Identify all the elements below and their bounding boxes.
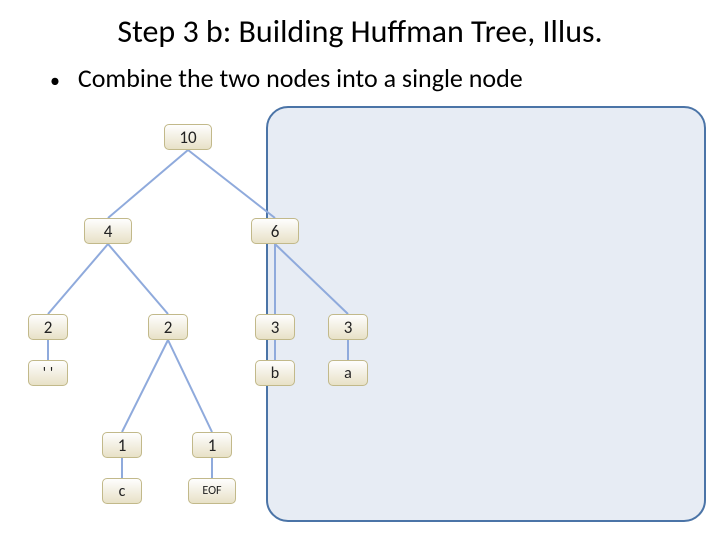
bullet-text: Combine the two nodes into a single node: [78, 62, 523, 94]
leaf-a: a: [328, 360, 368, 386]
leaf-space: ' ': [28, 360, 68, 386]
node-3l: 3: [255, 314, 295, 340]
leaf-eof: EOF: [188, 478, 236, 504]
node-2l: 2: [28, 314, 68, 340]
node-2r: 2: [148, 314, 188, 340]
node-root: 10: [164, 124, 212, 150]
node-1l: 1: [102, 432, 142, 458]
slide-title: Step 3 b: Building Huffman Tree, Illus.: [0, 12, 720, 51]
leaf-c: c: [102, 478, 142, 504]
node-6: 6: [251, 218, 299, 244]
node-4: 4: [84, 218, 132, 244]
leaf-b: b: [255, 360, 295, 386]
node-3r: 3: [328, 314, 368, 340]
bullet-dot-icon: •: [50, 71, 60, 91]
node-1r: 1: [192, 432, 232, 458]
slide: Step 3 b: Building Huffman Tree, Illus. …: [0, 0, 720, 540]
bullet-line: • Combine the two nodes into a single no…: [50, 62, 523, 94]
